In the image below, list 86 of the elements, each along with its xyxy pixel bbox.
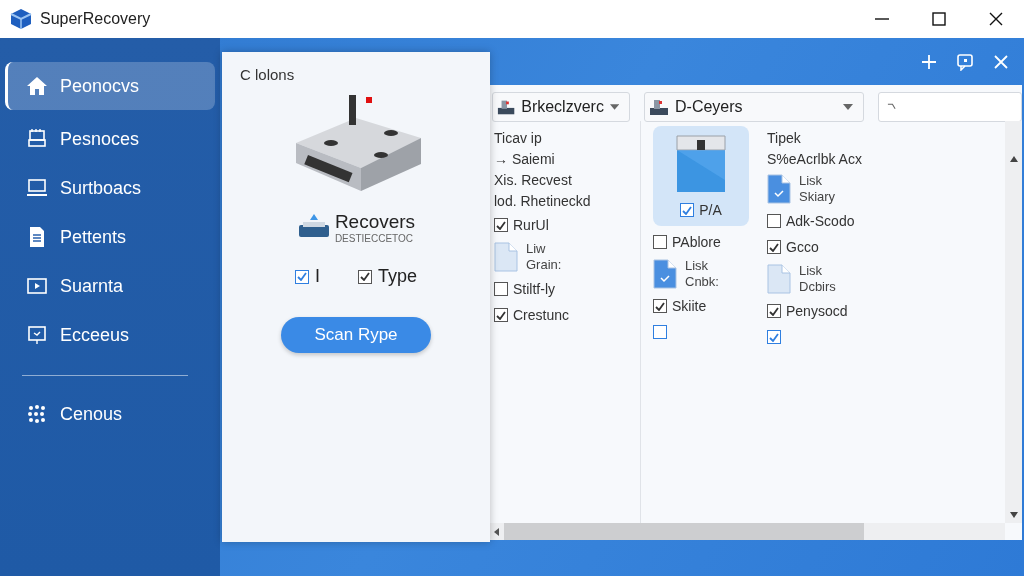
check-icon xyxy=(296,272,307,281)
plus-icon[interactable] xyxy=(922,54,936,69)
sidebar-item[interactable]: Peonocvs xyxy=(5,62,215,110)
file-name: Lisk Skiary xyxy=(799,173,836,205)
maximize-icon xyxy=(931,12,946,26)
vertical-scrollbar[interactable] xyxy=(1005,121,1022,523)
check-icon xyxy=(769,306,779,316)
file-name: Lisk Dcbirs xyxy=(799,263,836,295)
checkbox[interactable] xyxy=(653,299,667,313)
checkbox[interactable] xyxy=(680,203,695,217)
file-name: Liw Grain: xyxy=(526,241,562,273)
chat-icon[interactable] xyxy=(956,52,974,71)
dropdown[interactable]: Brkeclzverc xyxy=(492,92,630,122)
scroll-down-icon xyxy=(1008,511,1019,519)
caret-icon xyxy=(609,104,619,110)
checkbox-label: Type xyxy=(378,266,417,287)
check-icon xyxy=(655,301,665,311)
sidebar-item[interactable]: Pettents xyxy=(5,213,215,261)
check-icon xyxy=(769,242,779,252)
checkbox[interactable] xyxy=(494,308,508,322)
item-text: Ticav ip xyxy=(494,131,543,146)
check-icon xyxy=(360,272,370,281)
printer-icon xyxy=(26,128,48,150)
panel-title: C lolons xyxy=(240,66,295,83)
item-text: S%eAcrlbk Acx xyxy=(767,152,862,167)
checkbox-label: I xyxy=(314,266,320,287)
checkbox[interactable] xyxy=(767,304,781,318)
item-text: Xis. Recvest xyxy=(494,173,573,188)
checkbox-label: Penysocd xyxy=(786,303,848,319)
window-title: SuperRecovery xyxy=(40,10,152,28)
sidebar-item[interactable]: Surtboacs xyxy=(5,164,215,212)
cube-icon xyxy=(10,8,32,30)
dots-grid-icon xyxy=(26,403,48,425)
file-icon xyxy=(494,242,518,272)
close-icon[interactable] xyxy=(994,54,1008,69)
file-icon xyxy=(767,174,791,204)
check-icon xyxy=(682,205,693,215)
checkbox[interactable] xyxy=(294,269,309,284)
laptop-icon xyxy=(26,177,48,199)
close-icon xyxy=(988,12,1003,26)
sidebar-item[interactable]: Pesnoces xyxy=(5,115,215,163)
scroll-up-icon xyxy=(1008,155,1019,163)
checkbox-label: RurUl xyxy=(513,217,549,233)
checkbox-label: Stiltf-ly xyxy=(513,281,555,297)
checkbox[interactable] xyxy=(653,235,667,249)
item-text: → Saiemi xyxy=(494,152,556,167)
scan-button[interactable]: Scan Rype xyxy=(281,317,431,353)
dropdown-value: D-Ceyers xyxy=(675,98,744,116)
dropdown[interactable]: D-Ceyers xyxy=(644,92,864,122)
caret-icon xyxy=(843,104,853,110)
check-icon xyxy=(496,220,506,230)
checkbox[interactable] xyxy=(767,240,781,254)
checkbox[interactable] xyxy=(767,330,781,344)
checkbox[interactable] xyxy=(494,282,508,296)
file-icon xyxy=(767,264,791,294)
checkbox-label: Adk-Scodo xyxy=(786,213,855,229)
search-field[interactable] xyxy=(878,92,1022,122)
check-icon xyxy=(496,310,506,320)
sidebar-item[interactable]: Cenous xyxy=(5,390,215,438)
subheading: DESTIECCETOC xyxy=(334,233,415,244)
checkbox-label: P/A xyxy=(699,202,722,218)
heading: Recovers xyxy=(334,211,416,233)
sidebar-item[interactable]: Ecceeus xyxy=(5,311,215,359)
item-text: lod. Rhetineckd xyxy=(494,194,592,209)
checkbox-label: Skiite xyxy=(672,298,707,314)
file-name: Lisk Cnbk: xyxy=(685,258,719,290)
item-text: Tipek xyxy=(767,131,802,146)
play-icon xyxy=(26,275,48,297)
checkbox[interactable] xyxy=(494,218,508,232)
file-tile[interactable]: P/A xyxy=(653,126,749,226)
horizontal-scrollbar[interactable] xyxy=(490,523,1005,540)
home-icon xyxy=(26,75,48,97)
dropdown-value: Brkeclzverc xyxy=(521,98,604,116)
sidebar-item[interactable]: Suarnta xyxy=(5,262,215,310)
corner-icon xyxy=(887,103,897,111)
checkbox[interactable] xyxy=(653,325,667,339)
file-icon xyxy=(653,259,677,289)
checkbox[interactable] xyxy=(767,214,781,228)
checkbox-label: Gcco xyxy=(786,239,819,255)
checkbox-label: PAblore xyxy=(672,234,721,250)
checkbox-label: Crestunc xyxy=(513,307,570,323)
drive-icon xyxy=(497,98,516,116)
checkbox[interactable] xyxy=(358,269,372,284)
drive-icon xyxy=(649,98,669,116)
monitor-icon xyxy=(26,324,48,346)
check-icon xyxy=(769,332,779,342)
